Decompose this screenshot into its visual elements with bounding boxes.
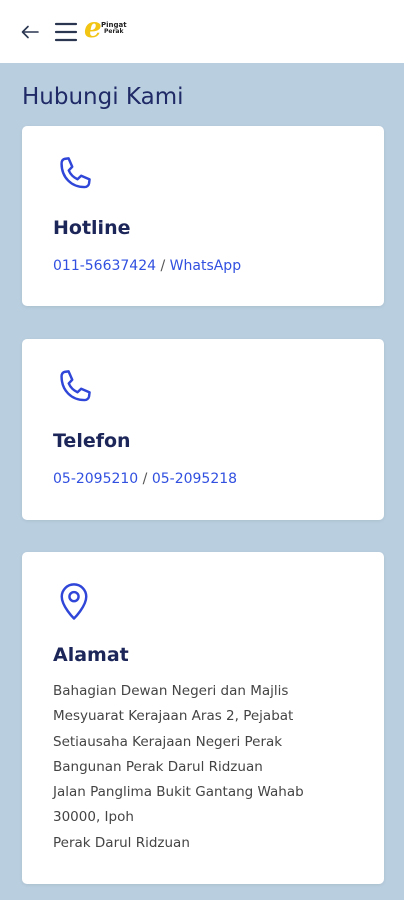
card-title-hotline: Hotline — [53, 217, 131, 239]
telefon-card: Telefon 05-2095210 / 05-2095218 — [22, 339, 384, 520]
phone-icon — [53, 154, 95, 196]
separator: / — [138, 471, 152, 487]
whatsapp-link[interactable]: WhatsApp — [170, 258, 241, 274]
address-line: Mesyuarat Kerajaan Aras 2, Pejabat — [53, 708, 294, 725]
address-line: Jalan Panglima Bukit Gantang Wahab — [53, 784, 304, 801]
address-line: Perak Darul Ridzuan — [53, 834, 190, 851]
telefon-contact: 05-2095210 / 05-2095218 — [53, 471, 237, 487]
app-logo: e Pingat Perak — [84, 11, 127, 44]
phone-link-2[interactable]: 05-2095218 — [152, 471, 237, 487]
address-line: Bangunan Perak Darul Ridzuan — [53, 758, 263, 775]
address-text: Bahagian Dewan Negeri dan Majlis Mesyuar… — [53, 679, 373, 856]
card-title-telefon: Telefon — [53, 430, 131, 452]
hotline-contact: 011-56637424 / WhatsApp — [53, 258, 241, 274]
location-pin-icon — [53, 580, 95, 622]
back-arrow-icon[interactable] — [18, 20, 42, 44]
phone-link-1[interactable]: 05-2095210 — [53, 471, 138, 487]
separator: / — [156, 258, 170, 274]
address-line: Setiausaha Kerajaan Negeri Perak — [53, 733, 283, 750]
hotline-phone-link[interactable]: 011-56637424 — [53, 258, 156, 274]
phone-icon — [53, 367, 95, 409]
top-app-bar: e Pingat Perak — [0, 0, 404, 63]
hamburger-menu-icon[interactable] — [53, 19, 79, 45]
card-title-alamat: Alamat — [53, 644, 129, 666]
alamat-card: Alamat Bahagian Dewan Negeri dan Majlis … — [22, 552, 384, 884]
address-line: Bahagian Dewan Negeri dan Majlis — [53, 683, 289, 699]
address-line: 30000, Ipoh — [53, 809, 134, 826]
hotline-card: Hotline 011-56637424 / WhatsApp — [22, 126, 384, 306]
page-title: Hubungi Kami — [22, 84, 184, 110]
